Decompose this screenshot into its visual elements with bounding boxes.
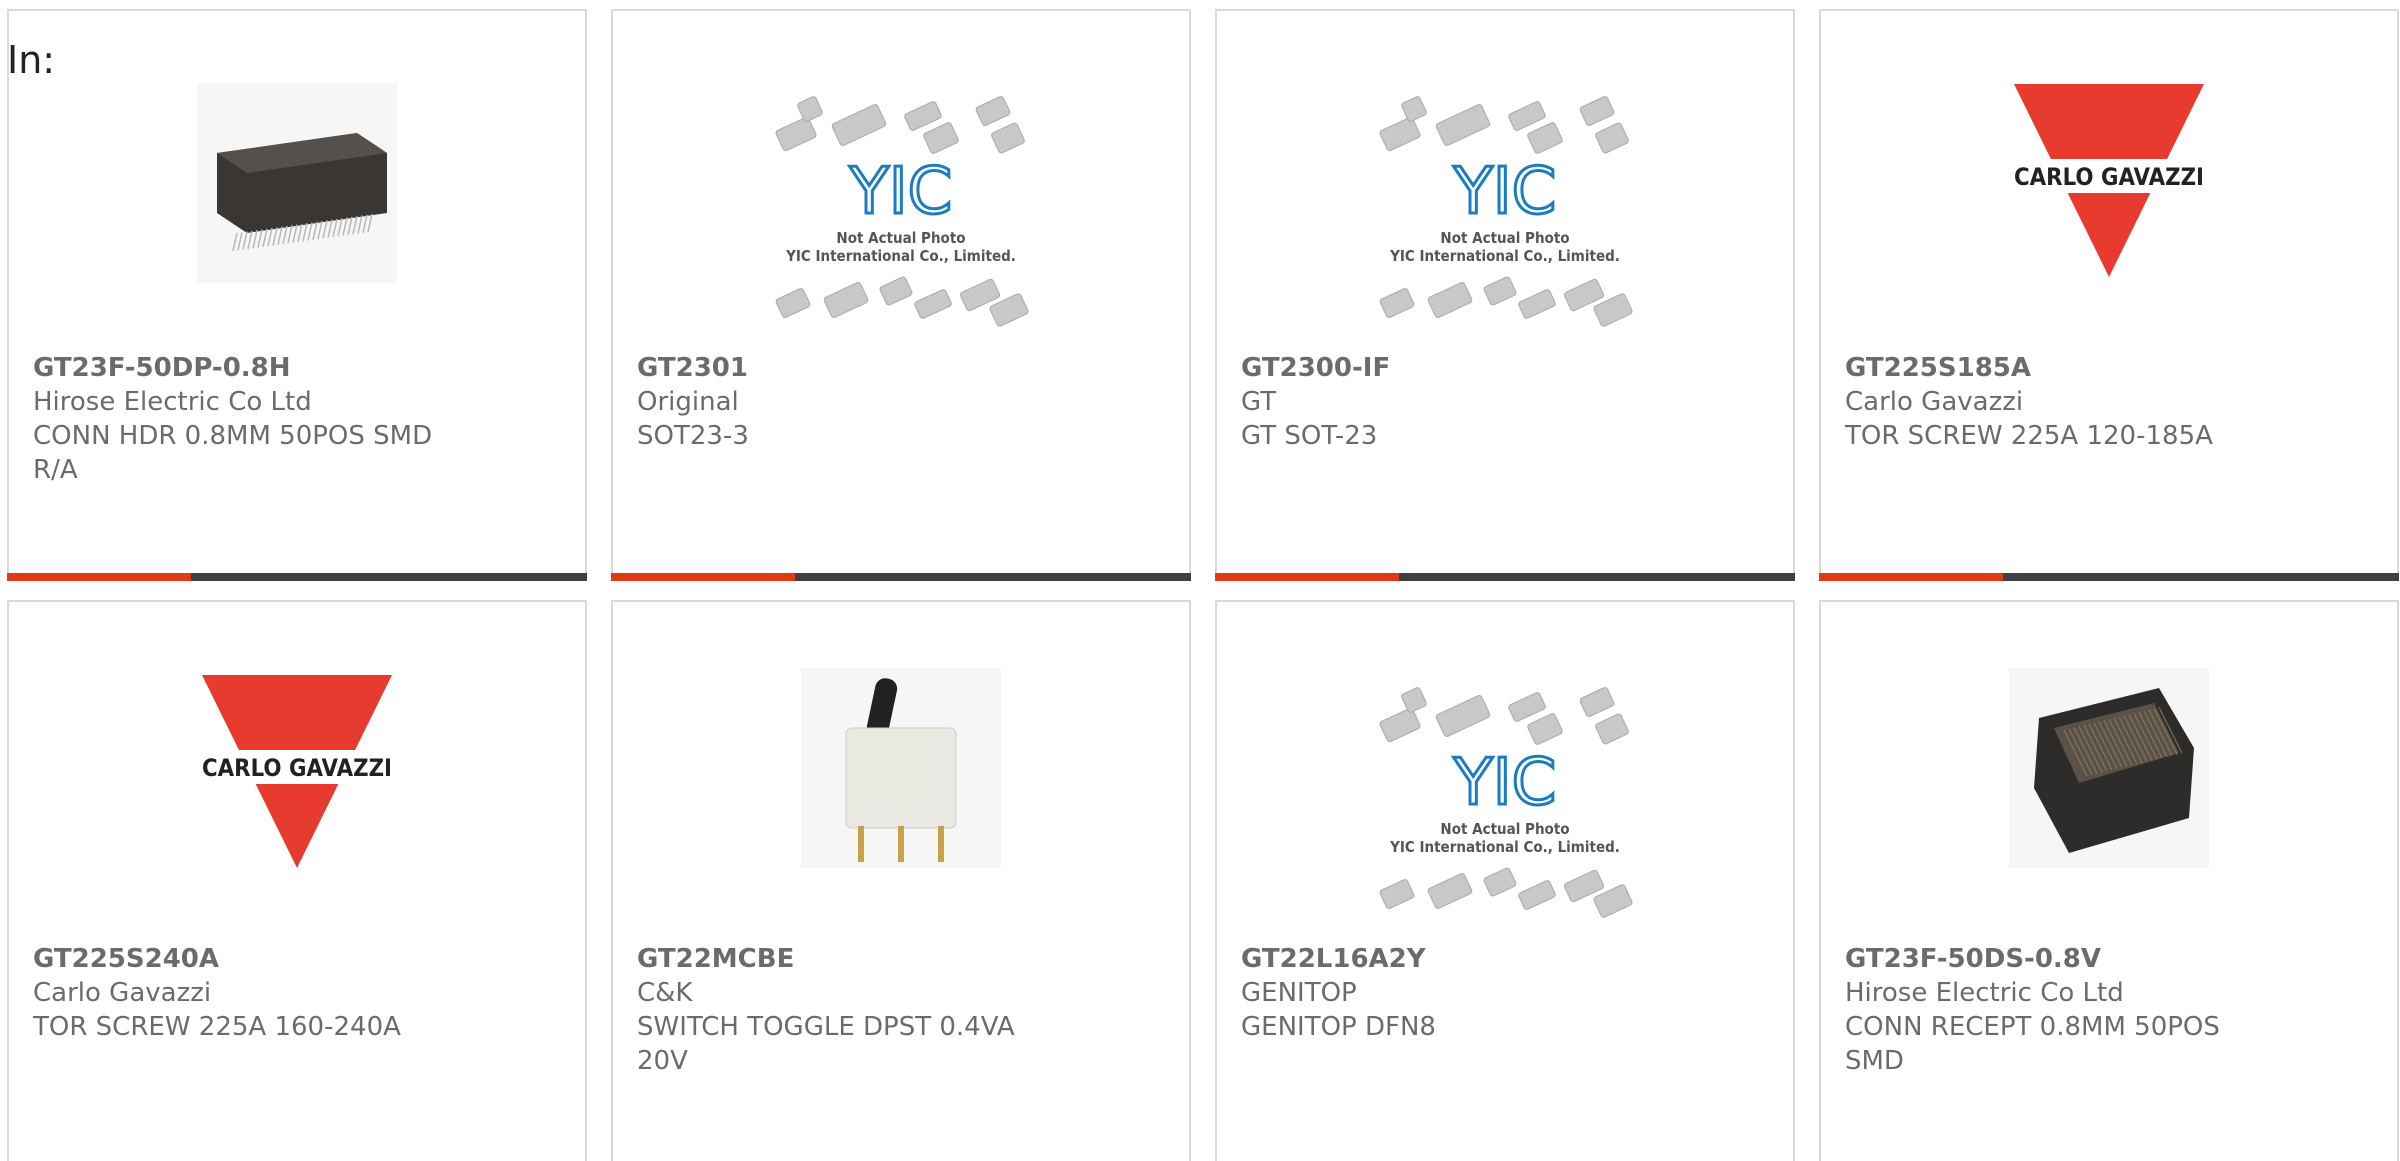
placeholder-caption-2: YIC International Co., Limited. xyxy=(785,247,1016,265)
part-number-link[interactable]: GT225S185A xyxy=(1845,351,2265,385)
manufacturer-label: Hirose Electric Co Ltd xyxy=(33,387,312,417)
part-number-link[interactable]: GT2300-IF xyxy=(1241,351,1661,385)
manufacturer-label: Carlo Gavazzi xyxy=(33,978,212,1008)
placeholder-caption-2: YIC International Co., Limited. xyxy=(1389,247,1620,265)
manufacturer-label: GT xyxy=(1241,387,1277,417)
manufacturer-label: Carlo Gavazzi xyxy=(1845,387,2024,417)
description-label: TOR SCREW 225A 160-240A xyxy=(33,1012,401,1042)
product-image[interactable]: CARLO GAVAZZI xyxy=(197,670,397,870)
yic-logo-text: YIC xyxy=(1453,155,1557,229)
product-card[interactable]: YIC Not Actual Photo YIC International Co.… xyxy=(1215,600,1795,1161)
card-progress-accent xyxy=(7,573,191,581)
card-progress-accent xyxy=(1215,573,1399,581)
manufacturer-label: Hirose Electric Co Ltd xyxy=(1845,978,2124,1008)
description-label: SWITCH TOGGLE DPST 0.4VA 20V xyxy=(637,1012,1015,1076)
part-number-link[interactable]: GT22MCBE xyxy=(637,942,1057,976)
product-info: GT23F-50DP-0.8H Hirose Electric Co Ltd CON… xyxy=(33,351,453,487)
part-number-link[interactable]: GT225S240A xyxy=(33,942,453,976)
product-card[interactable]: YIC Not Actual Photo YIC International Co.… xyxy=(611,9,1191,581)
description-label: CONN RECEPT 0.8MM 50POS SMD xyxy=(1845,1012,2220,1076)
product-info: GT225S185A Carlo Gavazzi TOR SCREW 225A 12… xyxy=(1845,351,2265,453)
product-image[interactable] xyxy=(801,668,1001,868)
card-progress-accent xyxy=(1819,573,2003,581)
product-image[interactable] xyxy=(197,83,397,283)
product-card[interactable]: GT22MCBE C&K SWITCH TOGGLE DPST 0.4VA 20V xyxy=(611,600,1191,1161)
description-label: SOT23-3 xyxy=(637,421,749,451)
product-card[interactable]: CARLO GAVAZZI GT225S240A Carlo Gavazzi TOR … xyxy=(7,600,587,1161)
part-number-link[interactable]: GT23F-50DS-0.8V xyxy=(1845,942,2265,976)
product-image[interactable]: CARLO GAVAZZI xyxy=(2009,79,2209,279)
product-image[interactable] xyxy=(2009,668,2209,868)
product-image[interactable]: YIC Not Actual Photo YIC International Co.… xyxy=(766,93,1036,333)
part-number-link[interactable]: GT2301 xyxy=(637,351,1057,385)
part-number-link[interactable]: GT22L16A2Y xyxy=(1241,942,1661,976)
manufacturer-label: GENITOP xyxy=(1241,978,1357,1008)
carlo-gavazzi-logo-text: CARLO GAVAZZI xyxy=(202,754,392,782)
placeholder-caption-1: Not Actual Photo xyxy=(1440,820,1569,838)
placeholder-caption-1: Not Actual Photo xyxy=(836,229,965,247)
card-progress-bar xyxy=(611,573,1191,581)
carlo-gavazzi-logo-text: CARLO GAVAZZI xyxy=(2014,163,2204,191)
card-progress-bar xyxy=(7,573,587,581)
product-info: GT2301 Original SOT23-3 xyxy=(637,351,1057,453)
product-grid-page: In: GT23F-50DP-0.8H Hirose Electric Co Lt… xyxy=(0,0,2400,1161)
yic-logo-text: YIC xyxy=(1453,746,1557,820)
product-info: GT22MCBE C&K SWITCH TOGGLE DPST 0.4VA 20V xyxy=(637,942,1057,1078)
product-info: GT225S240A Carlo Gavazzi TOR SCREW 225A 16… xyxy=(33,942,453,1044)
description-label: GT SOT-23 xyxy=(1241,421,1378,451)
product-info: GT2300-IF GT GT SOT-23 xyxy=(1241,351,1661,453)
filter-label: In: xyxy=(7,38,56,82)
manufacturer-label: C&K xyxy=(637,978,693,1008)
placeholder-caption-2: YIC International Co., Limited. xyxy=(1389,838,1620,856)
yic-logo-text: YIC xyxy=(849,155,953,229)
card-progress-bar xyxy=(1215,573,1795,581)
product-card[interactable]: GT23F-50DS-0.8V Hirose Electric Co Ltd CON… xyxy=(1819,600,2399,1161)
description-label: CONN HDR 0.8MM 50POS SMD R/A xyxy=(33,421,433,485)
product-card[interactable]: GT23F-50DP-0.8H Hirose Electric Co Ltd CON… xyxy=(7,9,587,581)
description-label: TOR SCREW 225A 120-185A xyxy=(1845,421,2213,451)
placeholder-caption-1: Not Actual Photo xyxy=(1440,229,1569,247)
product-info: GT23F-50DS-0.8V Hirose Electric Co Ltd CON… xyxy=(1845,942,2265,1078)
description-label: GENITOP DFN8 xyxy=(1241,1012,1436,1042)
product-info: GT22L16A2Y GENITOP GENITOP DFN8 xyxy=(1241,942,1661,1044)
card-progress-accent xyxy=(611,573,795,581)
product-card[interactable]: YIC Not Actual Photo YIC International Co.… xyxy=(1215,9,1795,581)
product-card[interactable]: CARLO GAVAZZI GT225S185A Carlo Gavazzi TOR … xyxy=(1819,9,2399,581)
product-image[interactable]: YIC Not Actual Photo YIC International Co.… xyxy=(1370,684,1640,924)
manufacturer-label: Original xyxy=(637,387,739,417)
card-progress-bar xyxy=(1819,573,2399,581)
product-image[interactable]: YIC Not Actual Photo YIC International Co.… xyxy=(1370,93,1640,333)
part-number-link[interactable]: GT23F-50DP-0.8H xyxy=(33,351,453,385)
